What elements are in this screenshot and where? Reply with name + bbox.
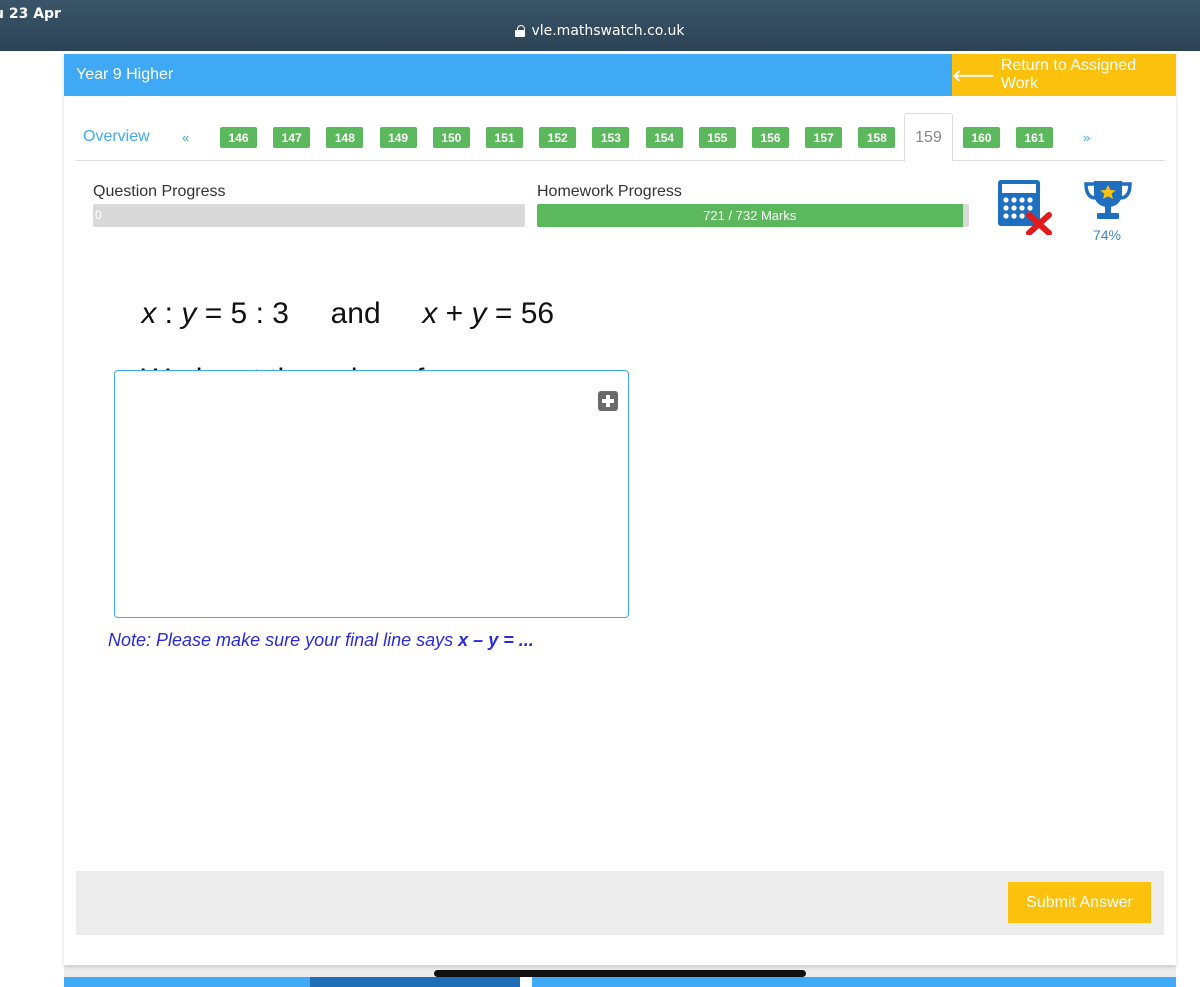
add-line-plus-icon[interactable] [598, 391, 618, 411]
question-button[interactable]: 152 [539, 127, 577, 148]
overview-link[interactable]: Overview [83, 128, 150, 146]
address-bar[interactable]: vle.mathswatch.co.uk [0, 23, 1200, 39]
var-x: x [422, 297, 438, 330]
answer-note: Note: Please make sure your final line s… [108, 630, 534, 651]
next-page-link[interactable]: » [1083, 130, 1090, 145]
return-label: Return to Assigned Work [1000, 57, 1137, 92]
question-button[interactable]: 161 [1016, 127, 1053, 148]
question-button[interactable]: 155 [698, 127, 736, 148]
question-button[interactable]: 147 [273, 127, 311, 148]
question-button[interactable]: 160 [963, 127, 1000, 148]
question-progress-value: 0 [95, 208, 102, 222]
lock-icon [515, 25, 526, 37]
trophy-icon [1084, 181, 1132, 219]
arrow-left-icon: 🡐 [952, 67, 995, 85]
eq-part: : [156, 297, 182, 330]
page-margin-right [1176, 51, 1200, 987]
question-button[interactable]: 149 [379, 127, 417, 148]
var-y: y [471, 297, 487, 330]
question-progress-bar: 0 [93, 204, 525, 227]
question-button[interactable]: 146 [220, 127, 257, 148]
question-button[interactable]: 153 [592, 127, 630, 148]
prev-page-link[interactable]: « [182, 130, 189, 145]
question-button[interactable]: 158 [858, 127, 896, 148]
homework-progress-fill: 721 / 732 Marks [537, 204, 963, 227]
question-button[interactable]: 156 [752, 127, 789, 148]
page-title: Year 9 Higher [76, 66, 174, 83]
bottom-nav-divider [520, 977, 532, 987]
submit-answer-button[interactable]: Submit Answer [1008, 882, 1151, 923]
home-indicator [434, 970, 806, 977]
eq-part: = 56 [486, 297, 555, 330]
question-pagination: Overview « 146 147 148 149 150 151 152 153 154 15… [76, 113, 1165, 162]
calculator-not-allowed-icon[interactable] [997, 179, 1057, 235]
var-y: y [181, 297, 197, 330]
status-date: u 23 Apr [0, 6, 61, 22]
question-card: Year 9 Higher 🡐 Return to Assigned Work … [64, 51, 1176, 965]
question-button[interactable]: 150 [432, 127, 470, 148]
homework-progress-bar: 721 / 732 Marks [537, 204, 969, 227]
question-button[interactable]: 157 [805, 127, 843, 148]
url-text: vle.mathswatch.co.uk [531, 23, 685, 39]
note-bold: x – y = ... [458, 630, 534, 650]
question-button[interactable]: 148 [326, 127, 364, 148]
question-button[interactable]: 154 [645, 127, 683, 148]
note-text: Note: Please make sure your final line s… [108, 630, 459, 650]
score-percent: 74% [1092, 227, 1122, 243]
var-x: x [141, 297, 157, 330]
browser-status-bar: u 23 Apr vle.mathswatch.co.uk [0, 0, 1200, 51]
return-to-assigned-work-button[interactable]: 🡐 Return to Assigned Work [952, 54, 1176, 96]
page-margin-left [0, 51, 64, 987]
bottom-nav-strip [64, 977, 1176, 987]
answer-input[interactable] [114, 370, 629, 618]
eq-part: = 5 : 3 and [196, 297, 423, 330]
question-progress-label: Question Progress [93, 183, 226, 200]
card-header: Year 9 Higher 🡐 Return to Assigned Work [64, 54, 1176, 96]
eq-part: + [437, 297, 472, 330]
homework-progress-label: Homework Progress [537, 183, 682, 200]
answer-footer: Submit Answer [76, 871, 1164, 935]
current-question-tab[interactable]: 159 [904, 113, 953, 162]
bottom-nav-active [310, 977, 520, 987]
question-button[interactable]: 151 [486, 127, 523, 148]
